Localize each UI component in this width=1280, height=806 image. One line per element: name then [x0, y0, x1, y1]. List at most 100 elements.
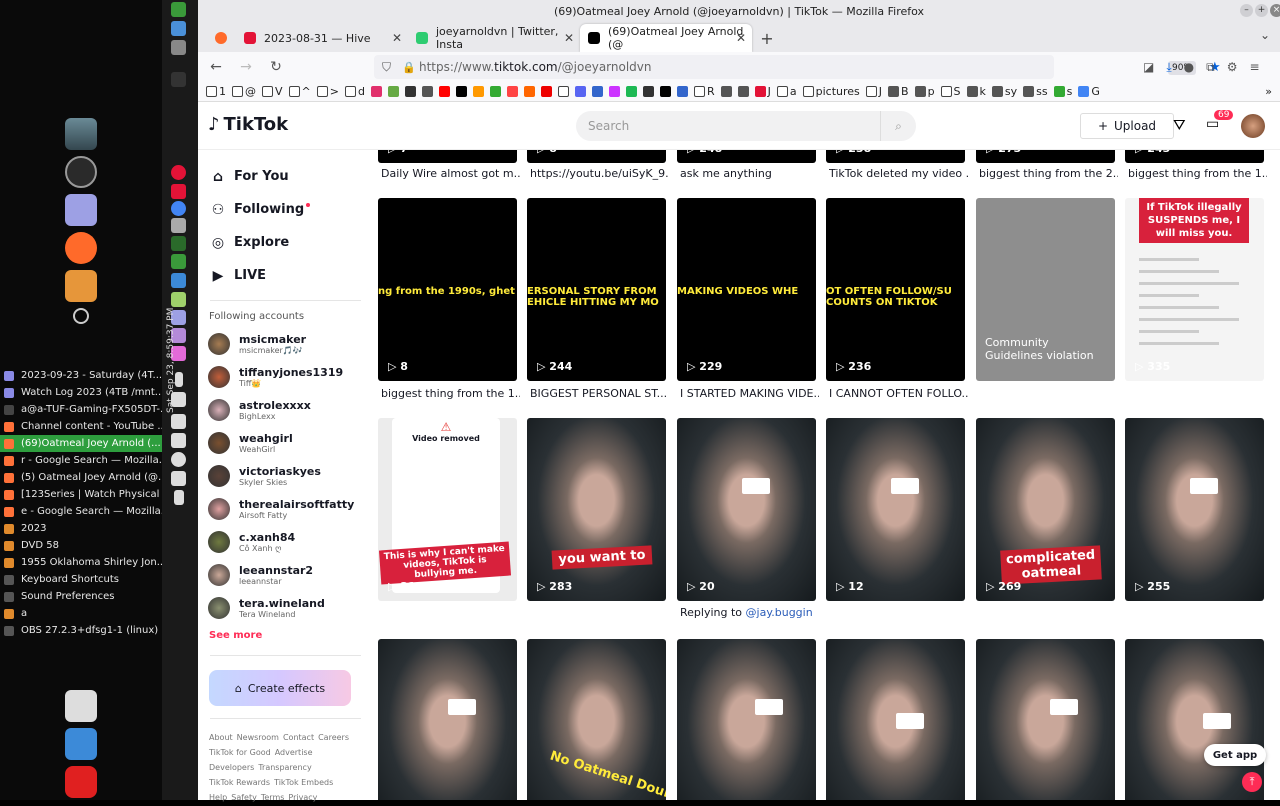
pocket-icon[interactable]: ◪ — [1143, 60, 1154, 75]
nav-live[interactable]: ▶ LIVE — [198, 259, 373, 292]
tab-tiktok[interactable]: (69)Oatmeal Joey Arnold (@ ✕ — [580, 24, 752, 52]
power-icon[interactable] — [65, 766, 97, 798]
close-icon[interactable]: ✕ — [392, 31, 402, 45]
tray-icon[interactable] — [171, 236, 186, 251]
account-icon[interactable]: ⚙ — [1227, 60, 1238, 75]
folder-icon[interactable] — [65, 270, 97, 302]
following-account[interactable]: astrolexxxx BighLexx — [198, 393, 373, 426]
minimize-icon[interactable]: – — [1240, 4, 1253, 17]
video-thumbnail[interactable]: ▷ 238 — [826, 150, 965, 163]
tab-hive[interactable]: 2023-08-31 — Hive ✕ — [236, 24, 408, 52]
extensions-icon[interactable]: ⧉ — [1206, 60, 1215, 75]
bookmark-item[interactable]: k — [966, 85, 986, 98]
video-thumbnail[interactable]: ▷ 248 — [677, 150, 816, 163]
battery-icon[interactable] — [174, 490, 184, 505]
window-list-item[interactable]: [123Series | Watch Physical ... — [0, 486, 162, 503]
following-account[interactable]: weahgirl WeahGirl — [198, 426, 373, 459]
see-more-link[interactable]: See more — [198, 624, 373, 647]
bookmark-item[interactable]: ^ — [288, 85, 311, 98]
tray-icon[interactable] — [171, 218, 186, 233]
tray-icon[interactable] — [171, 40, 186, 55]
mint-menu-icon[interactable] — [73, 308, 89, 324]
video-thumbnail[interactable]: No Oatmeal Doubt — [527, 639, 666, 800]
bookmark-item[interactable]: 1 — [206, 85, 226, 98]
tray-icon[interactable] — [171, 21, 186, 36]
window-list-item[interactable]: Channel content - YouTube ... — [0, 418, 162, 435]
obs-icon[interactable] — [65, 156, 97, 188]
close-icon[interactable]: ✕ — [564, 31, 574, 45]
bookmark-item[interactable]: V — [262, 85, 283, 98]
bookmark-item[interactable]: @ — [232, 85, 256, 98]
video-thumbnail[interactable] — [826, 639, 965, 800]
network-icon[interactable] — [171, 471, 186, 486]
switcher-icon[interactable] — [65, 690, 97, 722]
window-list-item[interactable]: Sound Preferences — [0, 588, 162, 605]
bookmark-item[interactable] — [404, 86, 416, 97]
bookmark-item[interactable] — [676, 86, 688, 97]
video-thumbnail[interactable]: MAKING VIDEOS WHE ▷ 229 — [677, 198, 816, 381]
bookmark-item[interactable]: sy — [991, 85, 1017, 98]
bookmark-item[interactable]: S — [940, 85, 961, 98]
tray-icon[interactable] — [171, 2, 186, 17]
back-icon[interactable]: ← — [206, 59, 226, 75]
bookmark-item[interactable] — [506, 86, 518, 97]
text-editor-icon[interactable] — [65, 194, 97, 226]
video-caption[interactable]: ask me anything — [680, 167, 819, 180]
chrome-icon[interactable] — [171, 201, 186, 216]
video-caption[interactable]: I CANNOT OFTEN FOLLO... — [829, 387, 968, 400]
following-account[interactable]: msicmaker msicmaker🎵🎶 — [198, 327, 373, 360]
more-bookmarks-icon[interactable]: » — [1265, 85, 1280, 98]
video-thumbnail[interactable]: ▷ 8 — [527, 150, 666, 163]
downloads-icon[interactable]: ⤓ — [1166, 60, 1171, 75]
video-thumbnail[interactable] — [378, 639, 517, 800]
tray-icon[interactable] — [171, 184, 186, 199]
video-thumbnail[interactable]: ⚠ Video removed This is why I can't make v… — [378, 418, 517, 601]
bookmark-item[interactable]: d — [344, 85, 365, 98]
bookmark-item[interactable]: a — [776, 85, 797, 98]
obs-tray-icon[interactable] — [171, 452, 186, 467]
bookmark-item[interactable] — [455, 86, 467, 97]
tray-icon[interactable] — [171, 254, 186, 269]
reply-username[interactable]: @jay.buggin — [746, 606, 813, 619]
reload-icon[interactable]: ↻ — [266, 59, 286, 75]
window-list-item[interactable]: (5) Oatmeal Joey Arnold (@... — [0, 469, 162, 486]
following-account[interactable]: tera.wineland Tera Wineland — [198, 591, 373, 624]
window-list-item[interactable]: e - Google Search — Mozilla... — [0, 503, 162, 520]
nav-for-you[interactable]: ⌂ For You — [198, 160, 373, 193]
reply-caption[interactable]: Replying to @jay.buggin — [680, 606, 813, 619]
window-list-item[interactable]: a@a-TUF-Gaming-FX505DT-... — [0, 401, 162, 418]
following-account[interactable]: c.xanh84 Cô Xanh ღ — [198, 525, 373, 558]
bookmark-item[interactable] — [421, 86, 433, 97]
upload-button[interactable]: + Upload — [1080, 113, 1174, 139]
bookmark-item[interactable] — [489, 86, 501, 97]
bookmark-item[interactable]: B — [888, 85, 909, 98]
new-tab-icon[interactable]: + — [752, 24, 782, 52]
video-thumbnail[interactable]: you want to ▷ 283 — [527, 418, 666, 601]
video-caption[interactable]: https://youtu.be/uiSyK_9... — [530, 167, 669, 180]
window-list-item[interactable]: 2023 — [0, 520, 162, 537]
video-caption[interactable]: biggest thing from the 2... — [979, 167, 1118, 180]
video-caption[interactable]: I STARTED MAKING VIDE... — [680, 387, 819, 400]
window-list-item[interactable]: DVD 58 — [0, 537, 162, 554]
avatar[interactable] — [1241, 114, 1265, 138]
video-thumbnail[interactable]: ▷ 12 — [826, 418, 965, 601]
following-account[interactable]: leeannstar2 leeannstar — [198, 558, 373, 591]
bookmark-item[interactable] — [523, 86, 535, 97]
close-icon[interactable]: ✕ — [736, 31, 746, 45]
footer-link[interactable]: Careers — [318, 733, 349, 742]
bookmark-item[interactable] — [625, 86, 637, 97]
video-thumbnail[interactable]: ▷ 7 — [378, 150, 517, 163]
bookmark-item[interactable] — [642, 86, 654, 97]
url-bar[interactable]: ⛉ 🔒 https://www. tiktok.com/@joeyarnoldvn… — [374, 55, 1221, 79]
video-thumbnail[interactable]: If TikTok illegally SUSPENDS me, I will … — [1125, 198, 1264, 381]
window-list-item[interactable]: Keyboard Shortcuts — [0, 571, 162, 588]
window-list-item[interactable]: (69)Oatmeal Joey Arnold (... — [0, 435, 162, 452]
bookmark-item[interactable]: s — [1053, 85, 1072, 98]
video-thumbnail[interactable]: ▷ 243 — [1125, 150, 1264, 163]
search-input[interactable]: Search ⌕ — [576, 111, 916, 141]
bookmark-item[interactable] — [591, 86, 603, 97]
get-app-button[interactable]: Get app — [1204, 744, 1266, 766]
video-thumbnail[interactable]: Community Guidelines violation — [976, 198, 1115, 381]
video-thumbnail[interactable]: ng from the 1990s, ghet ▷ 8 — [378, 198, 517, 381]
bookmark-item[interactable]: R — [693, 85, 715, 98]
